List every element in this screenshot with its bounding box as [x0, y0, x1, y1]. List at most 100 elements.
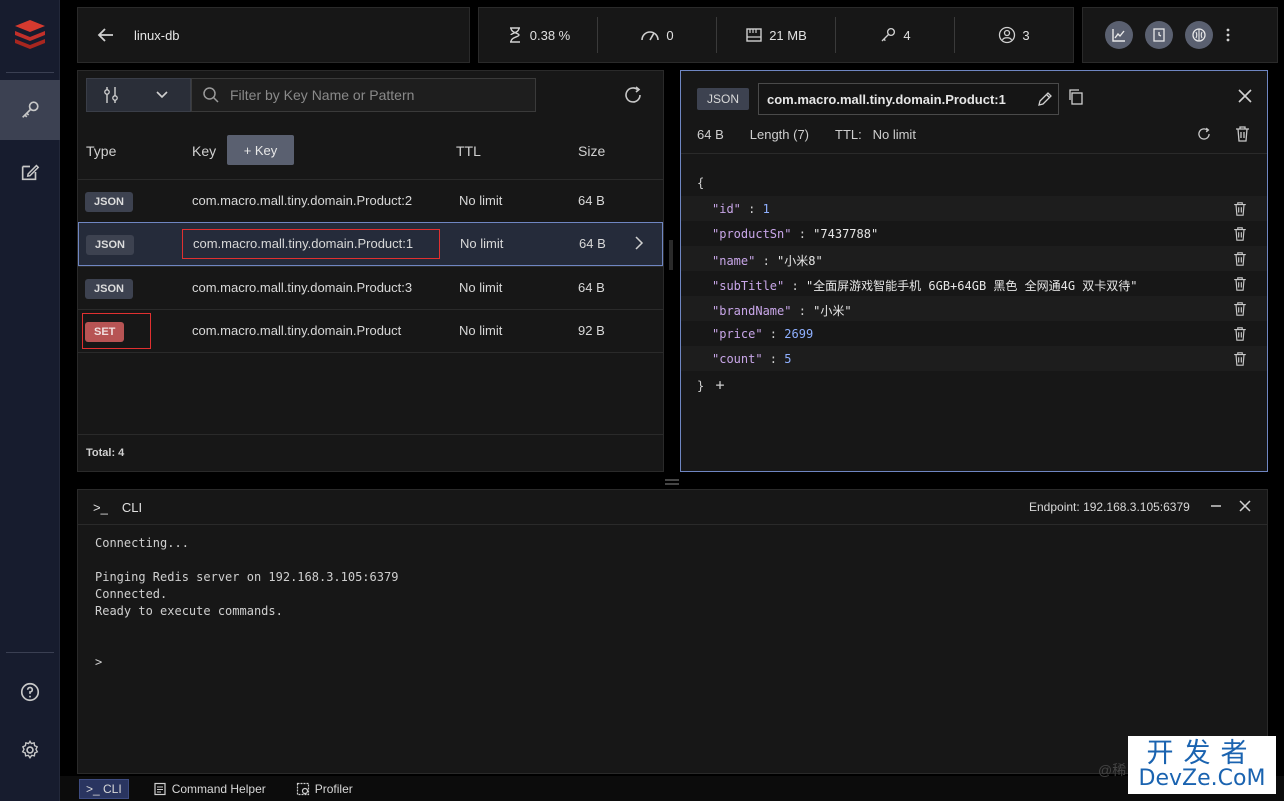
- gear-icon: [21, 739, 39, 760]
- filter-sliders-icon: [104, 87, 118, 103]
- trash-icon[interactable]: [1232, 201, 1248, 217]
- detail-type-badge: JSON: [697, 88, 750, 110]
- trash-icon[interactable]: [1232, 251, 1248, 267]
- key-ttl: No limit: [459, 193, 503, 208]
- json-field: "count" : 5: [712, 352, 792, 366]
- json-field-row[interactable]: "price" : 2699: [681, 321, 1267, 346]
- key-name: com.macro.mall.tiny.domain.Product:2: [192, 193, 413, 208]
- detail-divider: [681, 153, 1267, 154]
- json-field-separator: :: [762, 352, 785, 366]
- key-size: 92 B: [578, 323, 605, 338]
- key-length-value: Length (7): [749, 127, 810, 142]
- cli-output-line: Connected.: [95, 587, 168, 601]
- cli-input[interactable]: >: [95, 655, 102, 669]
- stat-keys: 4: [836, 17, 955, 53]
- key-type-filter[interactable]: [86, 78, 191, 112]
- json-field-separator: :: [791, 227, 814, 241]
- minimize-icon[interactable]: [1209, 498, 1223, 512]
- json-field-value: "全面屏游戏智能手机 6GB+64GB 黑色 全网通4G 双卡双待": [805, 279, 1138, 293]
- database-stats: 0.38 % 0 21 MB 4 3: [478, 7, 1074, 63]
- stat-ops: 0: [598, 17, 717, 53]
- key-size: 64 B: [579, 236, 606, 251]
- table-row[interactable]: SET com.macro.mall.tiny.domain.Product N…: [78, 309, 663, 352]
- column-header-type: Type: [86, 143, 117, 159]
- stat-cpu: 0.38 %: [479, 17, 598, 53]
- table-row[interactable]: JSON com.macro.mall.tiny.domain.Product:…: [78, 179, 663, 222]
- type-badge: JSON: [85, 279, 133, 299]
- slowlog-button[interactable]: [1145, 21, 1173, 49]
- panel-resize-handle[interactable]: [669, 240, 673, 270]
- cli-panel: [77, 489, 1268, 774]
- header-actions: [1082, 7, 1278, 63]
- json-field: "name" : "小米8": [712, 252, 823, 269]
- key-name: com.macro.mall.tiny.domain.Product: [192, 323, 402, 338]
- json-field-row[interactable]: "productSn" : "7437788": [681, 221, 1267, 246]
- json-field-separator: :: [791, 304, 814, 318]
- key-ttl-meta: TTL: No limit: [835, 127, 916, 142]
- json-field-row[interactable]: "id" : 1: [681, 196, 1267, 221]
- close-icon[interactable]: [1236, 87, 1254, 105]
- trash-icon[interactable]: [1232, 226, 1248, 242]
- key-ttl: No limit: [459, 280, 503, 295]
- total-keys: Total: 4: [86, 447, 125, 459]
- add-field-button[interactable]: +: [715, 376, 724, 394]
- trash-icon[interactable]: [1232, 276, 1248, 292]
- json-field-value: "7437788": [813, 227, 879, 241]
- document-icon: [154, 782, 166, 795]
- json-field: "productSn" : "7437788": [712, 227, 878, 241]
- analysis-button[interactable]: [1105, 21, 1133, 49]
- back-arrow-icon[interactable]: [96, 25, 116, 45]
- json-field-separator: :: [762, 327, 785, 341]
- key-icon: [22, 101, 39, 118]
- stat-clients: 3: [955, 17, 1073, 53]
- settings-button[interactable]: [0, 728, 60, 772]
- nav-browser-button[interactable]: [0, 80, 60, 140]
- table-row[interactable]: JSON com.macro.mall.tiny.domain.Product:…: [78, 266, 663, 309]
- document-clock-icon: [1153, 28, 1165, 42]
- nav-workbench-button[interactable]: [0, 150, 60, 194]
- add-key-button[interactable]: + Key: [227, 135, 294, 165]
- json-field-separator: :: [755, 254, 778, 268]
- trash-icon[interactable]: [1232, 351, 1248, 367]
- json-field-value: 5: [784, 352, 792, 366]
- type-badge: JSON: [85, 192, 133, 212]
- redis-logo-icon[interactable]: [12, 16, 48, 52]
- json-field-value: 1: [762, 202, 770, 216]
- help-icon: [20, 682, 40, 702]
- watermark-logo: 开发者 DevZe.CoM: [1128, 736, 1276, 794]
- cli-tab[interactable]: >_ CLI: [79, 778, 129, 799]
- insights-button[interactable]: [1185, 21, 1213, 49]
- column-header-size: Size: [578, 143, 606, 159]
- cli-divider: [78, 524, 1267, 525]
- key-search-input[interactable]: Filter by Key Name or Pattern: [191, 78, 536, 112]
- json-field-separator: :: [784, 279, 806, 293]
- resize-handle-icon[interactable]: [665, 479, 679, 485]
- profiler-tab[interactable]: Profiler: [290, 779, 359, 799]
- trash-icon[interactable]: [1232, 326, 1248, 342]
- json-field-row[interactable]: "count" : 5: [681, 346, 1267, 371]
- more-vertical-icon[interactable]: [1225, 27, 1231, 43]
- command-helper-tab[interactable]: Command Helper: [147, 779, 272, 799]
- trash-icon[interactable]: [1234, 125, 1251, 143]
- copy-icon[interactable]: [1067, 88, 1085, 106]
- json-field-row[interactable]: "name" : "小米8": [681, 246, 1267, 271]
- json-field-value: "小米8": [777, 254, 823, 268]
- json-field-value: "小米": [813, 304, 852, 318]
- json-field: "brandName" : "小米": [712, 302, 852, 319]
- json-field: "id" : 1: [712, 202, 770, 216]
- trash-icon[interactable]: [1232, 301, 1248, 317]
- chevron-down-icon: [156, 91, 168, 99]
- brain-icon: [1192, 28, 1206, 42]
- refresh-icon[interactable]: [622, 84, 644, 106]
- edit-pencil-icon[interactable]: [1036, 90, 1054, 108]
- json-open-brace: {: [697, 176, 705, 190]
- highlight-box: [182, 229, 440, 259]
- close-icon[interactable]: [1238, 499, 1252, 513]
- help-button[interactable]: [0, 670, 60, 714]
- key-name-field[interactable]: com.macro.mall.tiny.domain.Product:1: [758, 83, 1059, 115]
- json-field-row[interactable]: "brandName" : "小米": [681, 296, 1267, 321]
- json-field-row[interactable]: "subTitle" : "全面屏游戏智能手机 6GB+64GB 黑色 全网通4…: [681, 271, 1267, 296]
- refresh-icon[interactable]: [1196, 126, 1212, 142]
- cli-title: >_ CLI: [93, 500, 143, 515]
- profiler-icon: [296, 782, 309, 795]
